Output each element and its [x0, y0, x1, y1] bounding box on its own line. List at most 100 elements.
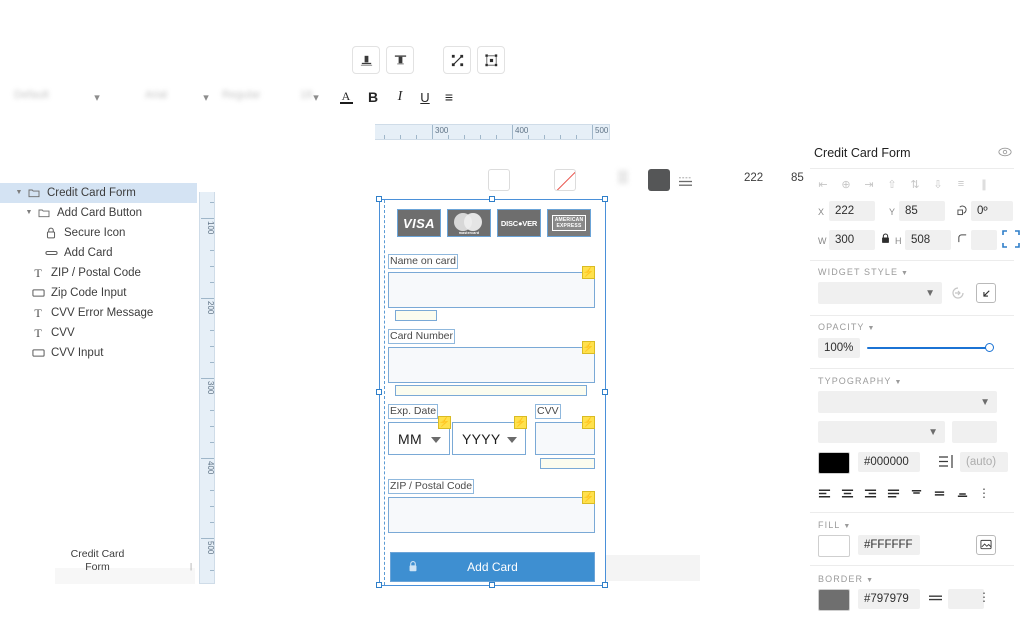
stroke-style-icon[interactable] [677, 171, 693, 191]
disclosure-triangle-icon[interactable]: ▼ [24, 208, 34, 218]
zip-postal-code-label[interactable]: ZIP / Postal Code [388, 479, 475, 494]
line-height-icon[interactable] [938, 454, 956, 470]
horizontal-ruler[interactable]: 300 400 500 [375, 124, 610, 140]
w-input[interactable]: 300 [829, 230, 875, 250]
align-top-button[interactable] [386, 46, 414, 74]
h-input[interactable]: 508 [905, 230, 951, 250]
line-height-input[interactable]: (auto) [960, 452, 1008, 472]
bold-button[interactable]: B [366, 87, 380, 107]
distribute-v-icon[interactable]: ∥ [978, 178, 990, 191]
exp-date-label[interactable]: Exp. Date [388, 404, 439, 419]
layer-row-add-card-button[interactable]: ▼ Add Card Button [0, 203, 197, 223]
credit-card-form-artboard[interactable]: VISA mastercard DISC●VER AMERICAN EXPRES… [376, 196, 608, 588]
interaction-badge-icon[interactable]: ⚡ [438, 416, 451, 429]
typography-more-options-icon[interactable]: ⋮ [978, 486, 990, 500]
align-bottom-icon[interactable]: ⇩ [932, 178, 944, 191]
add-card-button[interactable]: Add Card [390, 552, 595, 582]
text-align-justify-icon[interactable] [886, 486, 900, 500]
align-top-icon[interactable]: ⇧ [886, 178, 898, 191]
layer-row-cvv-error-message[interactable]: T CVV Error Message [0, 303, 197, 323]
resize-handle-ne[interactable] [602, 196, 608, 202]
opacity-slider-track[interactable] [867, 347, 990, 349]
typography-section-label[interactable]: Typography ▼ [818, 376, 903, 386]
typography-font-select[interactable]: ▼ [818, 391, 997, 413]
resize-handle-nw[interactable] [376, 196, 382, 202]
zip-code-input[interactable] [388, 497, 595, 533]
font-family-select[interactable]: Arial [145, 89, 167, 101]
font-weight-select[interactable]: Regular [222, 89, 261, 101]
interaction-badge-icon[interactable]: ⚡ [582, 491, 595, 504]
fill-section-label[interactable]: Fill ▼ [818, 520, 851, 530]
rotation-input[interactable]: 0º [971, 201, 1013, 221]
aspect-lock-icon[interactable] [881, 233, 890, 247]
fill-image-button[interactable] [976, 535, 996, 555]
layer-row-cvv-input[interactable]: CVV Input [0, 343, 197, 363]
interaction-badge-icon[interactable]: ⚡ [582, 266, 595, 279]
toolbar-y-value[interactable]: 85 [791, 172, 804, 184]
font-default-select[interactable]: Default [14, 89, 49, 101]
fill-hex-input[interactable]: #FFFFFF [858, 535, 920, 555]
widget-style-section-label[interactable]: Widget Style ▼ [818, 267, 909, 277]
resize-handle-se[interactable] [602, 582, 608, 588]
italic-button[interactable]: I [393, 87, 407, 107]
layer-row-credit-card-form[interactable]: ▼ Credit Card Form [0, 183, 197, 203]
font-size-chevron-icon[interactable]: ▾ [309, 90, 323, 104]
reset-style-icon[interactable] [950, 285, 966, 301]
typography-size-input[interactable] [952, 421, 997, 443]
corner-radius-input[interactable] [971, 230, 997, 250]
toolbar-x-value[interactable]: 222 [744, 172, 763, 184]
distribute-h-icon[interactable]: ≡ [955, 178, 967, 190]
layer-row-cvv[interactable]: T CVV [0, 323, 197, 343]
border-hex-input[interactable]: #797979 [858, 589, 920, 609]
no-border-swatch-button[interactable] [554, 169, 576, 191]
vertical-align-middle-icon[interactable] [932, 486, 946, 500]
font-default-chevron-icon[interactable]: ▾ [90, 90, 104, 104]
text-align-left-icon[interactable] [817, 486, 831, 500]
text-color-hex-input[interactable]: #000000 [858, 452, 920, 472]
resize-button[interactable] [443, 46, 471, 74]
border-section-label[interactable]: Border ▼ [818, 574, 874, 584]
border-color-swatch[interactable] [818, 589, 850, 611]
align-right-icon[interactable]: ⇥ [863, 178, 875, 191]
x-input[interactable]: 222 [829, 201, 875, 221]
interaction-badge-icon[interactable]: ⚡ [582, 341, 595, 354]
border-more-options-icon[interactable]: ⋮ [978, 590, 990, 604]
y-input[interactable]: 85 [899, 201, 945, 221]
opacity-input[interactable]: 100% [818, 338, 860, 358]
typography-weight-select[interactable]: ▼ [818, 421, 945, 443]
text-align-right-icon[interactable] [863, 486, 877, 500]
interaction-badge-icon[interactable]: ⚡ [514, 416, 527, 429]
resize-handle-s[interactable] [489, 582, 495, 588]
align-bottom-button[interactable] [352, 46, 380, 74]
opacity-section-label[interactable]: Opacity ▼ [818, 322, 876, 332]
align-middle-icon[interactable]: ⇅ [909, 178, 921, 191]
name-on-card-input[interactable] [388, 272, 595, 308]
shadow-color-swatch-button[interactable] [648, 169, 670, 191]
border-style-icon[interactable] [928, 593, 944, 603]
align-center-h-icon[interactable]: ⊕ [840, 178, 852, 191]
layer-row-zip-code-input[interactable]: Zip Code Input [0, 283, 197, 303]
resize-handle-sw[interactable] [376, 582, 382, 588]
underline-button[interactable]: U [418, 87, 432, 107]
constrain-proportions-icon[interactable] [1001, 229, 1021, 249]
list-button[interactable]: ≡ [442, 87, 456, 107]
align-left-icon[interactable]: ⇤ [817, 178, 829, 191]
fill-color-swatch[interactable] [818, 535, 850, 557]
name-on-card-label[interactable]: Name on card [388, 254, 458, 269]
apply-style-button[interactable] [976, 283, 996, 303]
vertical-align-bottom-icon[interactable] [955, 486, 969, 500]
hidden-control[interactable] [618, 170, 628, 184]
fill-swatch-button[interactable] [488, 169, 510, 191]
chevron-down-icon[interactable] [507, 436, 517, 443]
layer-row-zip-postal-code[interactable]: T ZIP / Postal Code [0, 263, 197, 283]
opacity-slider-knob[interactable] [985, 343, 994, 352]
vertical-align-top-icon[interactable] [909, 486, 923, 500]
text-color-icon[interactable]: A [338, 87, 354, 107]
resize-handle-n[interactable] [489, 196, 495, 202]
font-family-chevron-icon[interactable]: ▾ [199, 90, 213, 104]
cvv-label[interactable]: CVV [535, 404, 561, 419]
disclosure-triangle-icon[interactable]: ▼ [14, 188, 24, 198]
resize-handle-e[interactable] [602, 389, 608, 395]
chevron-down-icon[interactable] [431, 436, 441, 443]
resize-handle-w[interactable] [376, 389, 382, 395]
